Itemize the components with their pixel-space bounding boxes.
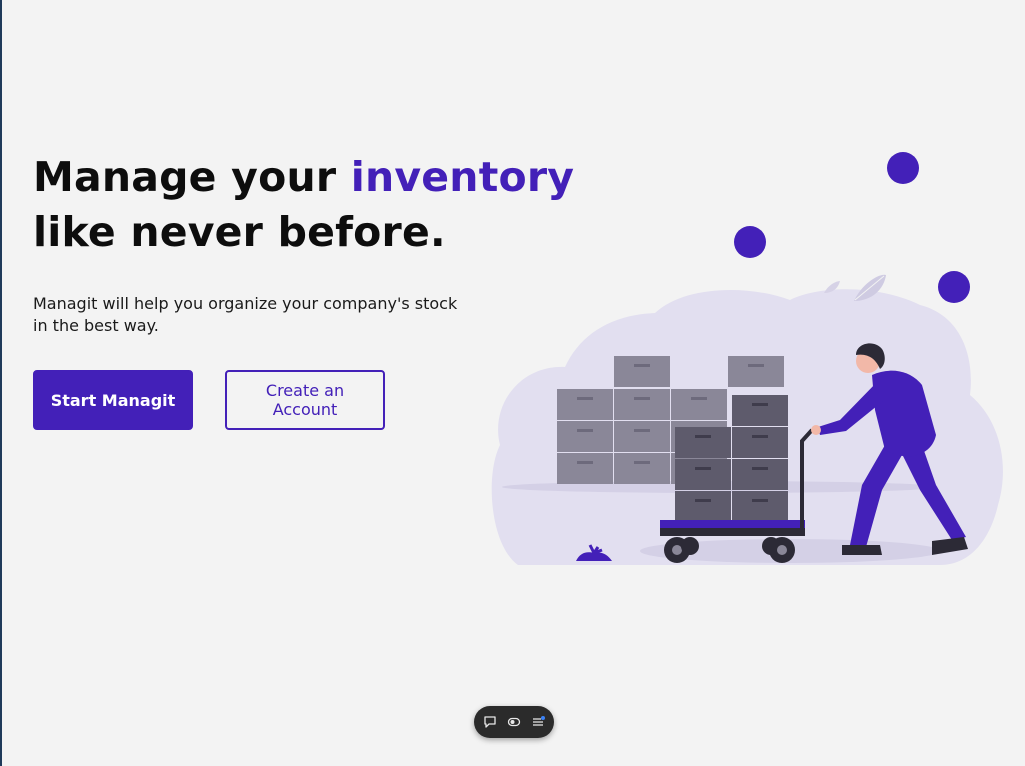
hero-actions: Start Managit Create an Account xyxy=(33,370,503,430)
chat-icon[interactable] xyxy=(482,714,498,730)
menu-icon[interactable] xyxy=(530,714,546,730)
headline-part-1: Manage your xyxy=(33,153,351,201)
floating-toolbar xyxy=(474,706,554,738)
window-edge xyxy=(0,0,2,766)
hero-subtitle: Managit will help you organize your comp… xyxy=(33,294,458,335)
decor-dot xyxy=(734,226,766,258)
decor-dot xyxy=(938,271,970,303)
hero-illustration xyxy=(490,145,1015,575)
create-account-button[interactable]: Create an Account xyxy=(225,370,385,430)
headline: Manage your inventory like never before. xyxy=(33,150,574,260)
toggle-icon[interactable] xyxy=(506,714,522,730)
start-managit-button[interactable]: Start Managit xyxy=(33,370,193,430)
decor-dot xyxy=(887,152,919,184)
hero-section: Manage your inventory like never before.… xyxy=(33,150,574,430)
headline-part-2: like never before. xyxy=(33,208,446,256)
